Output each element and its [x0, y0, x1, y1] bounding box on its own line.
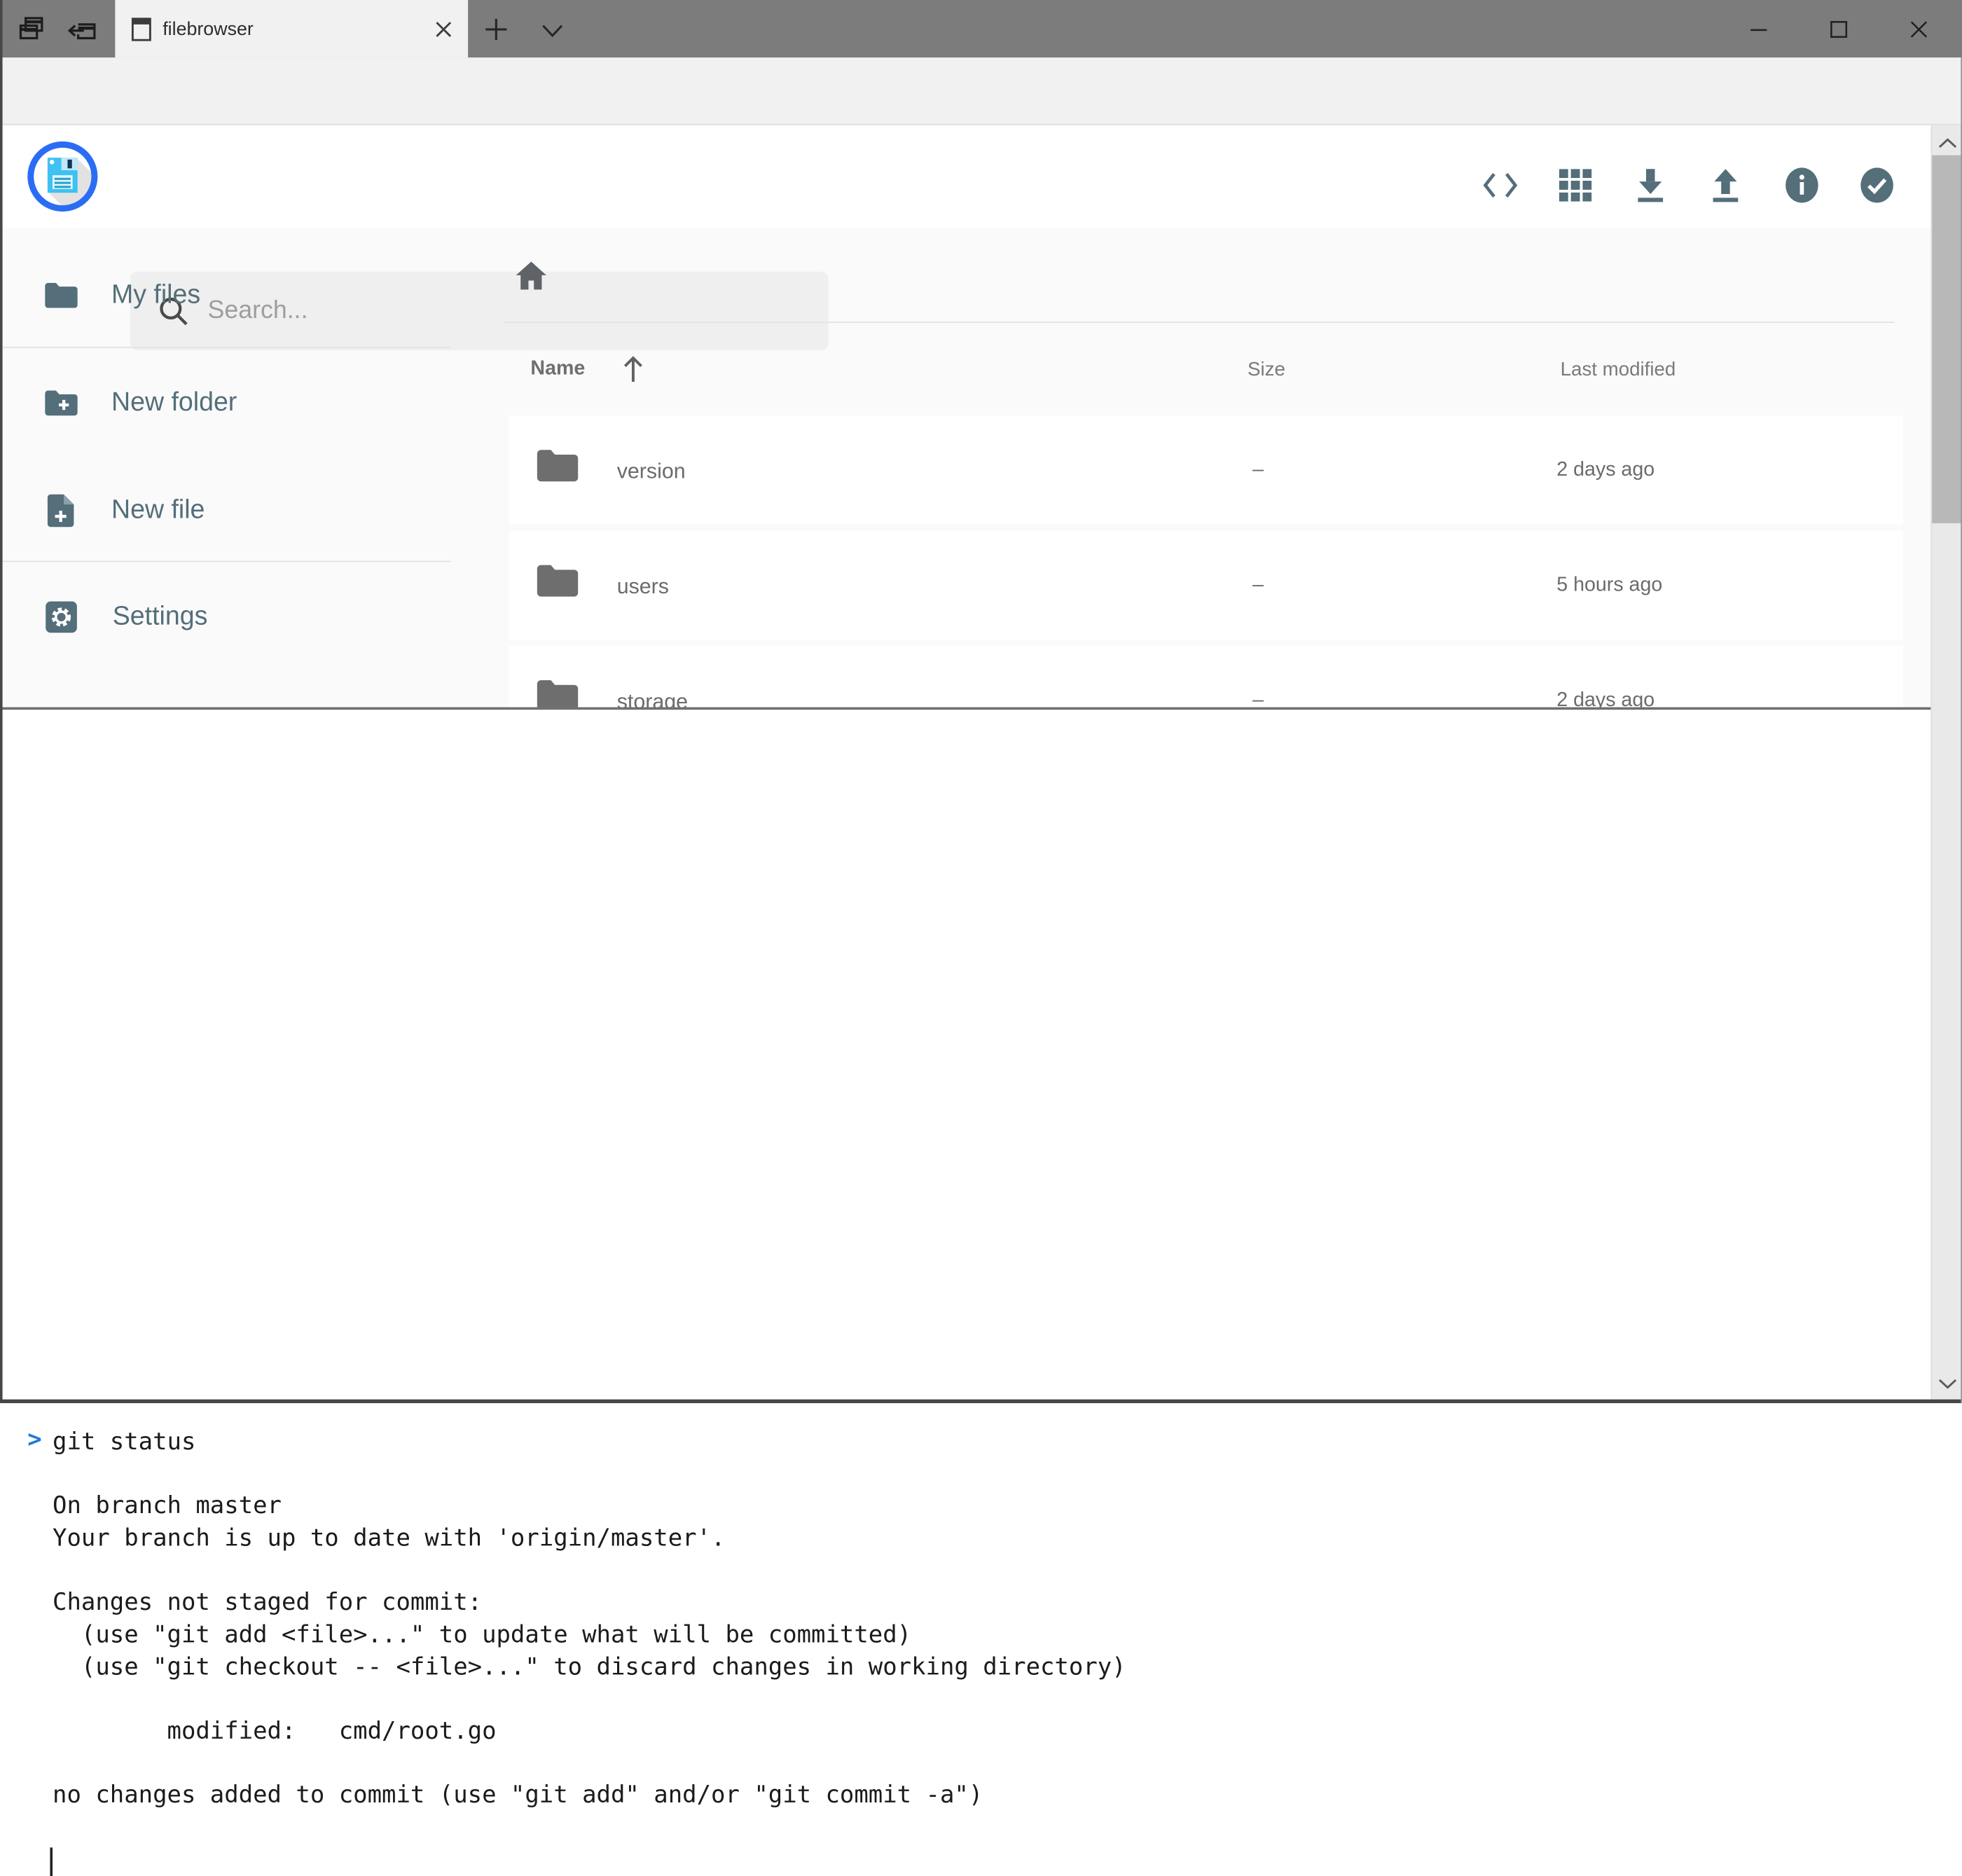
terminal-output: On branch master Your branch is up to da…: [53, 1491, 1126, 1812]
column-header-modified[interactable]: Last modified: [1561, 359, 1676, 382]
file-name: users: [617, 574, 669, 600]
upload-icon[interactable]: [1708, 167, 1743, 205]
new-file-icon: [46, 493, 75, 528]
browser-tab[interactable]: filebrowser: [115, 0, 468, 57]
new-folder-icon: [44, 389, 78, 417]
tab-close-icon[interactable]: [418, 0, 468, 57]
new-tab-icon[interactable]: [481, 16, 511, 41]
view-mode-grid-icon[interactable]: [1558, 167, 1593, 202]
file-size: –: [1252, 574, 1264, 597]
tab-bar: filebrowser: [0, 0, 1962, 57]
file-row-users[interactable]: users – 5 hours ago: [509, 531, 1903, 640]
sidebar-item-new-folder[interactable]: New folder: [44, 385, 237, 422]
column-header-name[interactable]: Name: [530, 358, 585, 380]
terminal-command: git status: [53, 1427, 195, 1459]
sidebar-divider: [3, 560, 451, 562]
search-placeholder: Search...: [208, 296, 308, 325]
folder-icon: [44, 282, 78, 309]
terminal-panel[interactable]: > git status On branch master Your branc…: [0, 708, 1930, 1403]
folder-icon: [536, 563, 579, 598]
sort-ascending-icon[interactable]: [621, 354, 646, 385]
set-tabs-aside-icon[interactable]: [65, 14, 100, 44]
tab-title: filebrowser: [163, 18, 417, 39]
sidebar-item-label: New file: [111, 496, 205, 526]
sidebar-item-label: My files: [111, 280, 200, 310]
maximize-button[interactable]: [1821, 14, 1856, 44]
sidebar-item-new-file[interactable]: New file: [46, 492, 205, 530]
file-size: –: [1252, 460, 1264, 482]
browser-window: filebrowser: [0, 0, 1962, 1403]
close-window-button[interactable]: [1901, 14, 1936, 44]
page-icon: [132, 17, 152, 41]
terminal-prompt-chevron: >: [27, 1424, 41, 1456]
file-name: version: [617, 460, 686, 485]
filebrowser-logo[interactable]: [27, 140, 99, 213]
breadcrumb-home-icon[interactable]: [513, 258, 551, 296]
terminal-cursor: [50, 1847, 53, 1876]
filebrowser-header: Search...: [0, 125, 1962, 228]
column-header-size[interactable]: Size: [1248, 359, 1285, 382]
code-editor-icon[interactable]: [1483, 167, 1518, 202]
sidebar-item-label: New folder: [111, 388, 237, 418]
window-border-bottom: [0, 1400, 1962, 1403]
window-border-left: [0, 0, 3, 1403]
scrollbar-thumb[interactable]: [1932, 156, 1962, 523]
info-icon[interactable]: [1783, 167, 1821, 205]
sidebar-item-label: Settings: [113, 602, 208, 632]
scroll-down-icon[interactable]: [1938, 1378, 1957, 1389]
sidebar-divider: [3, 347, 451, 348]
tab-list-chevron-icon[interactable]: [536, 20, 568, 41]
sidebar-item-my-files[interactable]: My files: [44, 277, 201, 315]
browser-toolbar: filebrowser.web/files/: [0, 57, 1962, 125]
select-check-icon[interactable]: [1858, 167, 1896, 205]
settings-gear-icon: [45, 601, 77, 633]
file-modified: 2 days ago: [1556, 460, 1654, 482]
file-row-version[interactable]: version – 2 days ago: [509, 415, 1903, 524]
scroll-up-icon[interactable]: [1938, 138, 1957, 149]
download-icon[interactable]: [1633, 167, 1668, 205]
folder-icon: [536, 448, 579, 483]
minimize-button[interactable]: [1741, 14, 1776, 44]
content-divider: [504, 322, 1895, 323]
search-bar[interactable]: Search...: [130, 272, 829, 351]
tab-preview-icon[interactable]: [15, 14, 47, 44]
sidebar-item-settings[interactable]: Settings: [45, 598, 207, 636]
file-modified: 5 hours ago: [1556, 574, 1662, 597]
